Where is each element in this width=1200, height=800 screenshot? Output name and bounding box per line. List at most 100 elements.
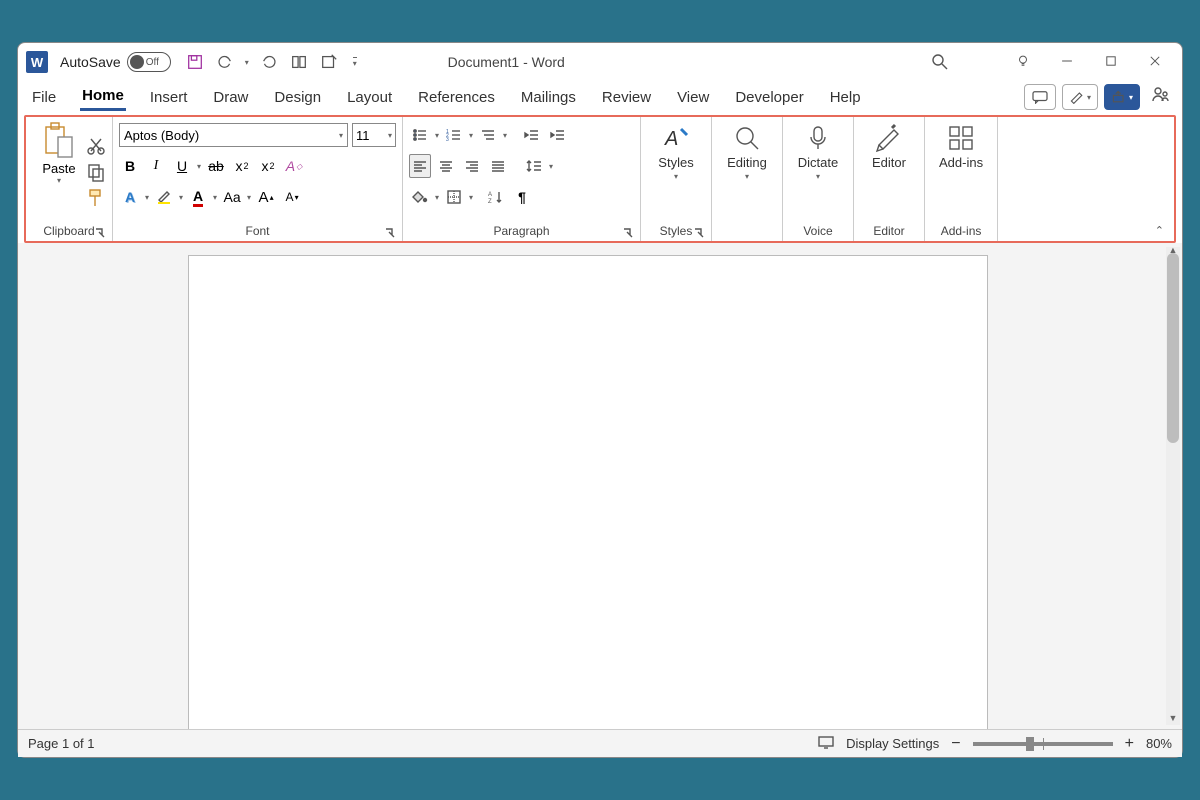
paragraph-launcher-icon[interactable] (622, 227, 634, 239)
font-family-select[interactable]: Aptos (Body)▾ (119, 123, 348, 147)
tab-layout[interactable]: Layout (345, 85, 394, 110)
subscript-button[interactable]: x2 (231, 154, 253, 178)
borders-button[interactable] (443, 185, 465, 209)
underline-dropdown-icon[interactable]: ▾ (197, 162, 201, 171)
clipboard-launcher-icon[interactable] (94, 227, 106, 239)
qat-icon-2[interactable] (319, 52, 339, 72)
font-size-select[interactable]: 11▾ (352, 123, 396, 147)
group-clipboard: Paste ▾ Clipboard (26, 117, 113, 241)
underline-button[interactable]: U (171, 154, 193, 178)
editing-mode-button[interactable]: ▾ (1062, 84, 1098, 110)
scroll-down-icon[interactable]: ▼ (1166, 713, 1180, 725)
tab-developer[interactable]: Developer (733, 85, 805, 110)
lightbulb-icon[interactable] (1016, 54, 1030, 71)
change-case-dropdown-icon[interactable]: ▾ (247, 193, 251, 202)
editor-button[interactable]: Editor (860, 121, 918, 221)
tab-design[interactable]: Design (272, 85, 323, 110)
scrollbar-thumb[interactable] (1167, 253, 1179, 443)
font-launcher-icon[interactable] (384, 227, 396, 239)
minimize-icon[interactable] (1060, 54, 1074, 71)
addins-button[interactable]: Add-ins (931, 121, 991, 221)
text-effects-dropdown-icon[interactable]: ▾ (145, 193, 149, 202)
qat-customize-icon[interactable]: ▾ (353, 57, 357, 68)
align-center-button[interactable] (435, 154, 457, 178)
tab-review[interactable]: Review (600, 85, 653, 110)
zoom-slider[interactable] (973, 742, 1113, 746)
font-color-dropdown-icon[interactable]: ▾ (213, 193, 217, 202)
zoom-percent[interactable]: 80% (1146, 736, 1172, 751)
search-icon[interactable] (930, 52, 950, 72)
align-left-button[interactable] (409, 154, 431, 178)
paste-icon[interactable] (42, 121, 76, 161)
shading-button[interactable] (409, 185, 431, 209)
tab-insert[interactable]: Insert (148, 85, 190, 110)
strikethrough-button[interactable]: ab (205, 154, 227, 178)
display-settings-icon[interactable] (818, 735, 834, 752)
copy-icon[interactable] (86, 162, 106, 182)
tab-help[interactable]: Help (828, 85, 863, 110)
vertical-scrollbar[interactable]: ▲ ▼ (1166, 247, 1180, 725)
highlight-dropdown-icon[interactable]: ▾ (179, 193, 183, 202)
numbering-button[interactable]: 123 (443, 123, 465, 147)
tab-references[interactable]: References (416, 85, 497, 110)
multilevel-list-button[interactable] (477, 123, 499, 147)
paste-dropdown-icon[interactable]: ▾ (57, 176, 61, 185)
numbering-dropdown-icon[interactable]: ▾ (469, 131, 473, 140)
maximize-icon[interactable] (1104, 54, 1118, 71)
editing-button[interactable]: Editing▾ (718, 121, 776, 221)
zoom-out-button[interactable]: − (951, 735, 960, 753)
line-spacing-dropdown-icon[interactable]: ▾ (549, 162, 553, 171)
undo-dropdown-icon[interactable]: ▾ (245, 58, 249, 67)
undo-icon[interactable] (215, 52, 235, 72)
shrink-font-button[interactable]: A▾ (281, 185, 303, 209)
paste-label[interactable]: Paste (42, 161, 75, 176)
document-page[interactable] (188, 255, 988, 729)
collapse-ribbon-icon[interactable]: ⌃ (1155, 224, 1164, 237)
document-workspace: ▲ ▼ (18, 243, 1182, 729)
decrease-indent-button[interactable] (521, 123, 543, 147)
line-spacing-button[interactable] (523, 154, 545, 178)
show-marks-button[interactable]: ¶ (511, 185, 533, 209)
save-icon[interactable] (185, 52, 205, 72)
dictate-button[interactable]: Dictate▾ (789, 121, 847, 221)
qat-icon-1[interactable] (289, 52, 309, 72)
align-right-button[interactable] (461, 154, 483, 178)
styles-button[interactable]: A Styles▾ (647, 121, 705, 221)
sort-button[interactable]: AZ (485, 185, 507, 209)
autosave-toggle[interactable]: Off (127, 52, 171, 72)
multilevel-dropdown-icon[interactable]: ▾ (503, 131, 507, 140)
page-indicator[interactable]: Page 1 of 1 (28, 736, 95, 751)
comments-button[interactable] (1024, 84, 1056, 110)
zoom-in-button[interactable]: + (1125, 735, 1134, 753)
highlight-button[interactable] (153, 185, 175, 209)
change-case-button[interactable]: Aa (221, 185, 243, 209)
bold-button[interactable]: B (119, 154, 141, 178)
bullets-button[interactable] (409, 123, 431, 147)
italic-button[interactable]: I (145, 154, 167, 178)
styles-launcher-icon[interactable] (693, 227, 705, 239)
account-icon[interactable] (1150, 85, 1170, 109)
format-painter-icon[interactable] (86, 188, 106, 208)
ribbon-tabs: File Home Insert Draw Design Layout Refe… (18, 81, 1182, 113)
bullets-dropdown-icon[interactable]: ▾ (435, 131, 439, 140)
justify-button[interactable] (487, 154, 509, 178)
increase-indent-button[interactable] (547, 123, 569, 147)
font-color-button[interactable]: A (187, 185, 209, 209)
text-effects-button[interactable]: A (119, 185, 141, 209)
display-settings-label[interactable]: Display Settings (846, 736, 939, 751)
tab-file[interactable]: File (30, 85, 58, 110)
tab-mailings[interactable]: Mailings (519, 85, 578, 110)
font-group-label: Font (245, 224, 269, 238)
superscript-button[interactable]: x2 (257, 154, 279, 178)
tab-draw[interactable]: Draw (211, 85, 250, 110)
shading-dropdown-icon[interactable]: ▾ (435, 193, 439, 202)
share-button[interactable]: ▾ (1104, 84, 1140, 110)
borders-dropdown-icon[interactable]: ▾ (469, 193, 473, 202)
close-icon[interactable] (1148, 54, 1162, 71)
clear-formatting-button[interactable]: A◇ (283, 154, 305, 178)
tab-home[interactable]: Home (80, 83, 126, 111)
cut-icon[interactable] (86, 136, 106, 156)
grow-font-button[interactable]: A▴ (255, 185, 277, 209)
tab-view[interactable]: View (675, 85, 711, 110)
redo-icon[interactable] (259, 52, 279, 72)
